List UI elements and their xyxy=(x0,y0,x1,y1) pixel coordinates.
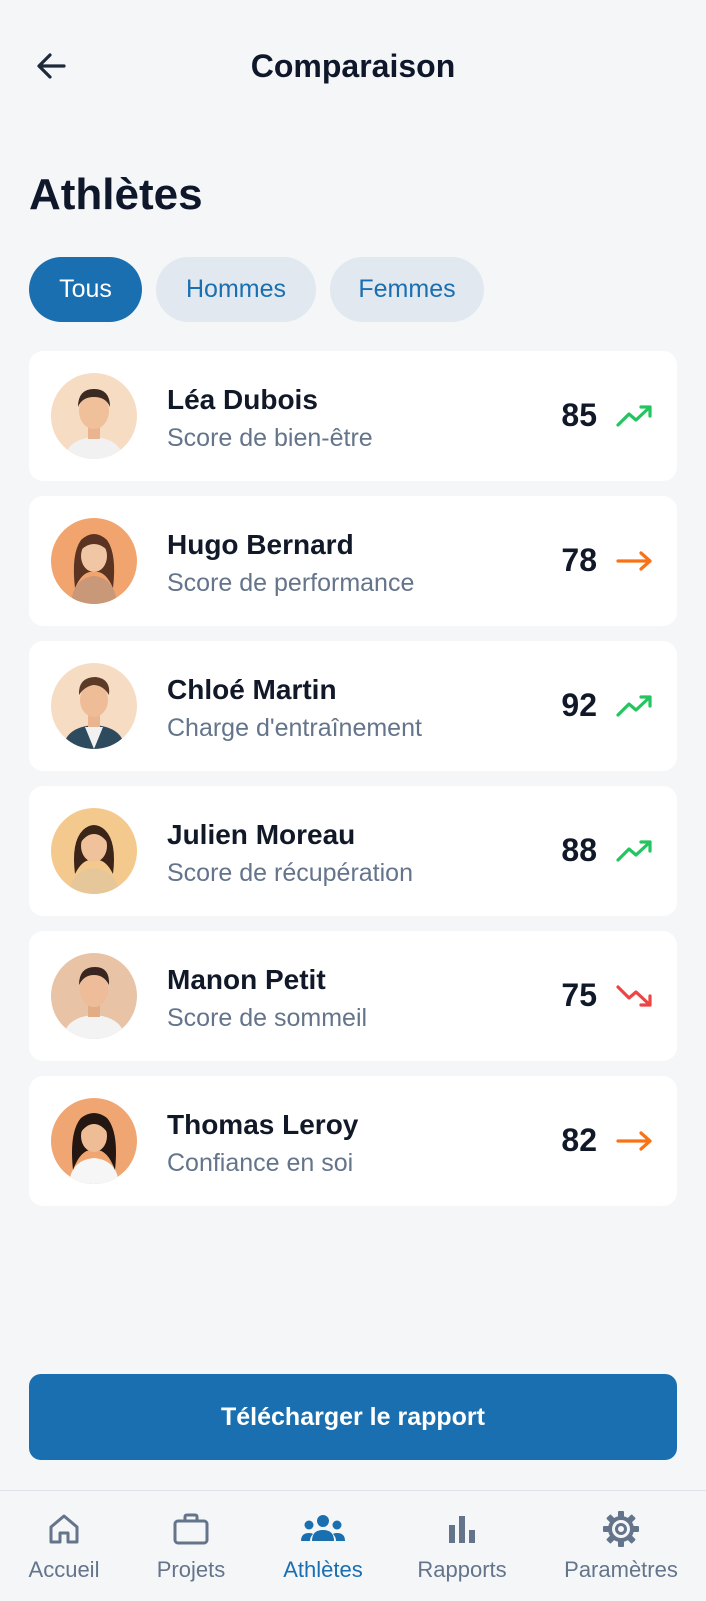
team-icon xyxy=(301,1515,345,1541)
athlete-metric: Score de récupération xyxy=(167,859,413,887)
athlete-score: 75 xyxy=(561,977,597,1013)
filter-chip-women[interactable]: Femmes xyxy=(330,257,484,322)
athlete-metric: Score de performance xyxy=(167,569,415,597)
trend-up-icon xyxy=(616,840,652,862)
section-title: Athlètes xyxy=(29,170,203,219)
download-report-button[interactable]: Télécharger le rapport xyxy=(29,1374,677,1460)
filter-chips: Tous Hommes Femmes xyxy=(29,257,484,322)
avatar xyxy=(51,663,137,749)
tab-settings[interactable]: Paramètres xyxy=(556,1491,686,1601)
home-icon xyxy=(49,1514,79,1544)
athlete-metric: Confiance en soi xyxy=(167,1149,354,1177)
tab-label: Paramètres xyxy=(564,1557,678,1582)
athlete-metric: Score de sommeil xyxy=(167,1004,368,1032)
tab-label: Athlètes xyxy=(283,1557,363,1582)
athlete-list: Léa Dubois Score de bien-être 85 Hugo Be… xyxy=(29,351,677,1221)
athlete-name: Hugo Bernard xyxy=(167,529,354,560)
tab-projects[interactable]: Projets xyxy=(143,1491,239,1601)
arrow-right-icon xyxy=(616,1131,652,1151)
tab-reports[interactable]: Rapports xyxy=(412,1491,512,1601)
tab-label: Projets xyxy=(156,1557,226,1582)
avatar xyxy=(51,518,137,604)
bottom-tab-bar: Accueil Projets Athlètes Rapports Paramè… xyxy=(0,1490,706,1601)
athlete-card[interactable]: Manon Petit Score de sommeil 75 xyxy=(29,931,677,1061)
filter-chip-all[interactable]: Tous xyxy=(29,257,142,322)
athlete-score: 82 xyxy=(561,1122,597,1158)
athlete-card[interactable]: Thomas Leroy Confiance en soi 82 xyxy=(29,1076,677,1206)
athlete-card[interactable]: Hugo Bernard Score de performance 78 xyxy=(29,496,677,626)
avatar xyxy=(51,808,137,894)
athlete-card[interactable]: Julien Moreau Score de récupération 88 xyxy=(29,786,677,916)
gear-icon xyxy=(603,1511,639,1547)
athlete-name: Thomas Leroy xyxy=(167,1109,359,1140)
tab-label: Accueil xyxy=(28,1557,100,1582)
app-header: Comparaison xyxy=(0,0,706,140)
athlete-name: Léa Dubois xyxy=(167,384,318,415)
athlete-score: 85 xyxy=(561,397,597,433)
athlete-card[interactable]: Chloé Martin Charge d'entraînement 92 xyxy=(29,641,677,771)
filter-chip-men[interactable]: Hommes xyxy=(156,257,316,322)
tab-home[interactable]: Accueil xyxy=(18,1491,110,1601)
trend-down-icon xyxy=(616,985,652,1007)
bar-chart-icon xyxy=(449,1516,475,1543)
avatar xyxy=(51,373,137,459)
athlete-score: 92 xyxy=(561,687,597,723)
tab-label: Rapports xyxy=(417,1557,507,1582)
athlete-score: 88 xyxy=(561,832,597,868)
tab-athletes[interactable]: Athlètes xyxy=(272,1491,374,1601)
page-title: Comparaison xyxy=(250,48,456,84)
avatar xyxy=(51,1098,137,1184)
arrow-right-icon xyxy=(616,551,652,571)
athlete-metric: Score de bien-être xyxy=(167,424,373,452)
avatar xyxy=(51,953,137,1039)
briefcase-icon xyxy=(173,1513,209,1545)
athlete-name: Chloé Martin xyxy=(167,674,337,705)
athlete-name: Julien Moreau xyxy=(167,819,356,850)
athlete-card[interactable]: Léa Dubois Score de bien-être 85 xyxy=(29,351,677,481)
trend-up-icon xyxy=(616,405,652,427)
athlete-metric: Charge d'entraînement xyxy=(167,714,422,742)
athlete-name: Manon Petit xyxy=(167,964,326,995)
athlete-score: 78 xyxy=(561,542,597,578)
trend-up-icon xyxy=(616,695,652,717)
